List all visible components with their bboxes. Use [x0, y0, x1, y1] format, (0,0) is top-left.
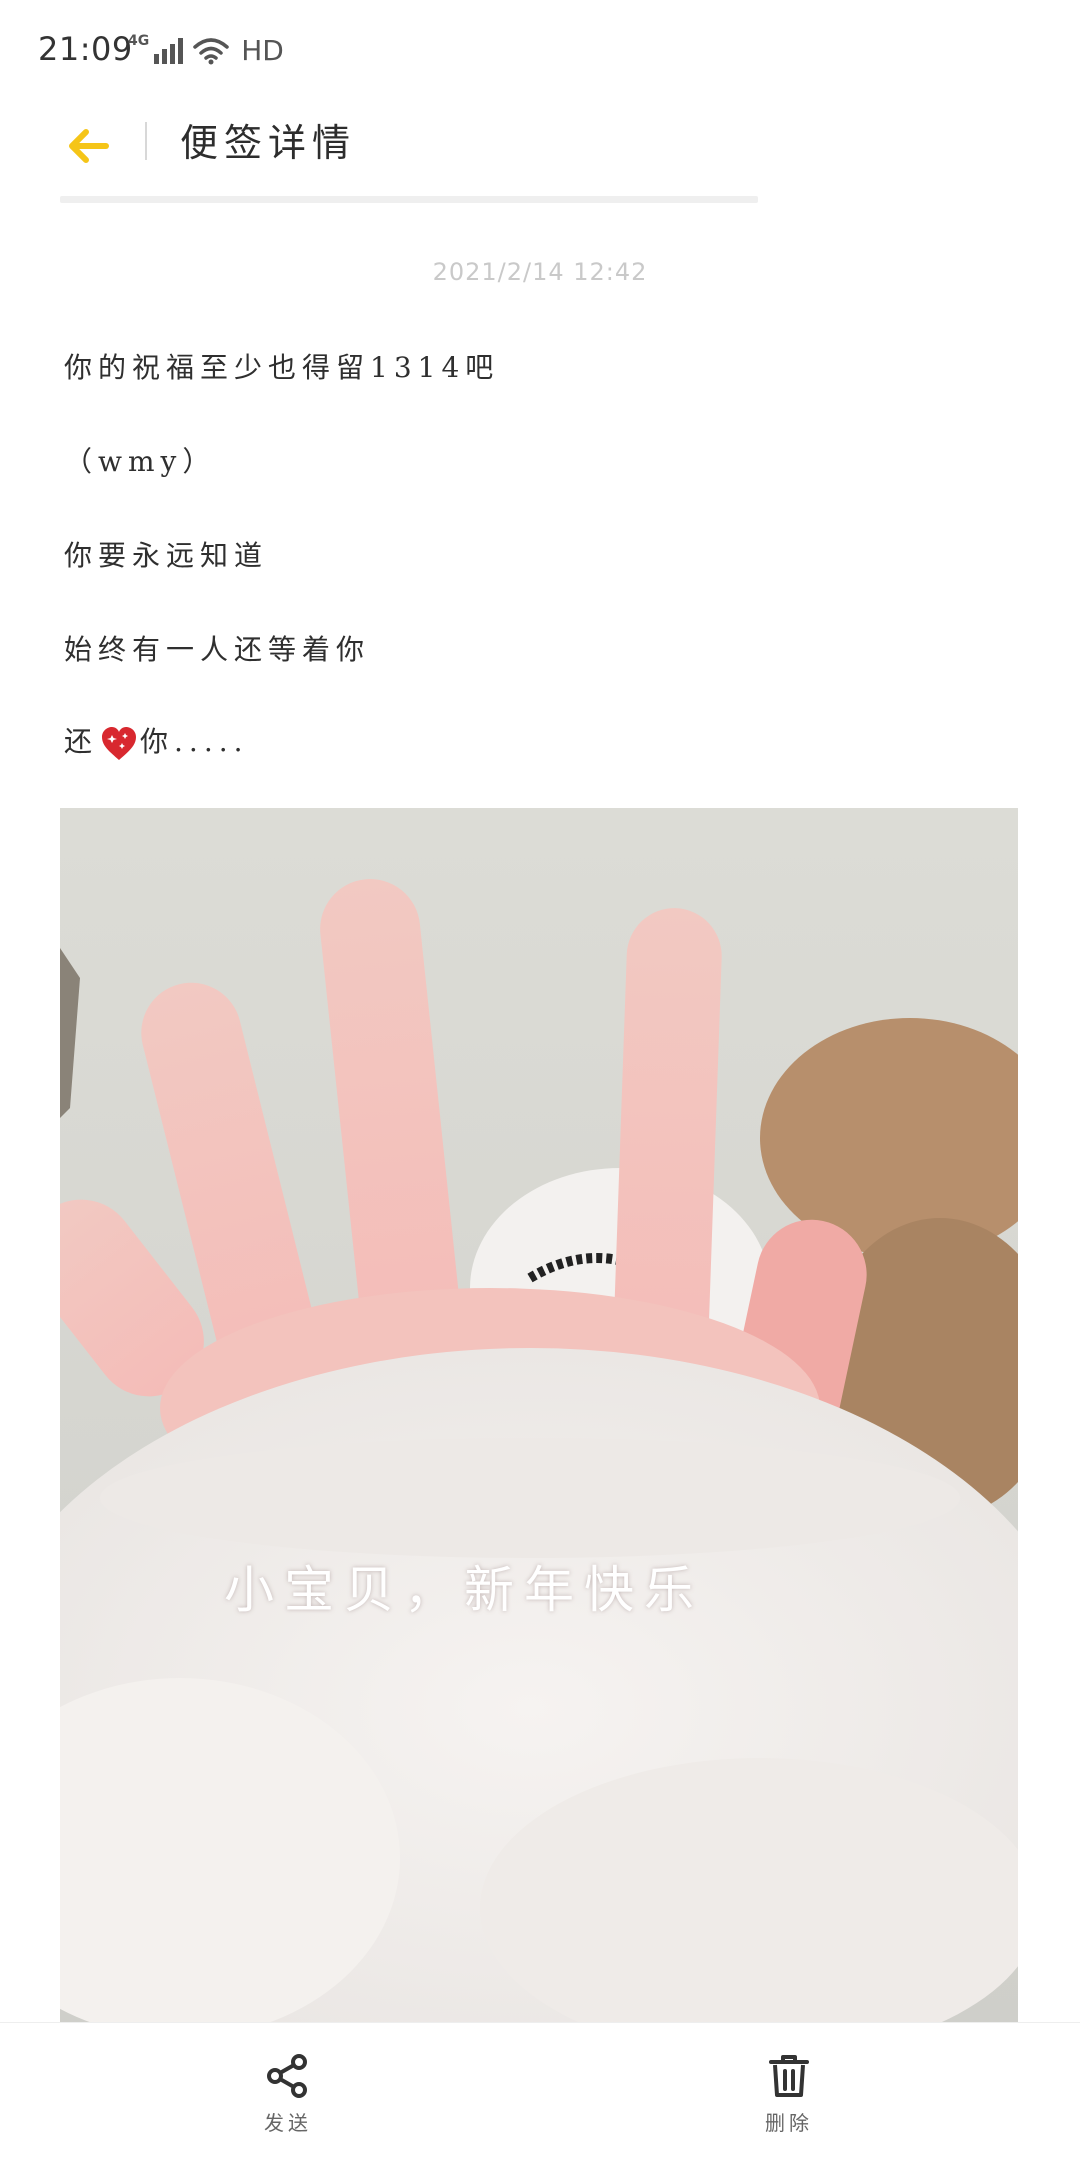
- wifi-icon: [193, 37, 229, 64]
- delete-button[interactable]: 删除: [729, 2053, 849, 2153]
- delete-label: 删除: [765, 2111, 813, 2135]
- page-title: 便签详情: [180, 121, 357, 165]
- header-divider: [145, 122, 147, 160]
- send-button[interactable]: 发送: [228, 2053, 348, 2153]
- trash-icon: [769, 2055, 809, 2097]
- back-button[interactable]: [62, 120, 114, 172]
- status-icons: 4G HD: [128, 32, 284, 68]
- signal-icon: [154, 37, 184, 64]
- hd-label: HD: [241, 34, 284, 67]
- note-text-after: 你.....: [140, 725, 249, 758]
- note-line: 你的祝福至少也得留1314吧: [64, 351, 500, 384]
- bottom-toolbar: 发送 删除: [0, 2022, 1080, 2161]
- status-bar: 21:09 4G HD: [0, 0, 1080, 100]
- photo-caption: 小宝贝，新年快乐: [224, 1561, 704, 1619]
- note-text-before: 还: [64, 725, 99, 758]
- note-line: （wmy）: [64, 445, 217, 478]
- note-line: 你要永远知道: [64, 539, 269, 572]
- app-header: 便签详情: [0, 100, 1080, 210]
- note-line: 始终有一人还等着你: [64, 633, 371, 666]
- note-line-last: 还 你.....: [64, 720, 249, 762]
- status-time: 21:09: [38, 30, 133, 68]
- send-label: 发送: [264, 2111, 312, 2135]
- sparkling-heart-icon: [102, 726, 137, 760]
- photo-image: [60, 808, 1018, 2024]
- header-rule: [60, 196, 758, 203]
- arrow-left-icon: [69, 129, 109, 163]
- note-photo[interactable]: 小宝贝，新年快乐: [60, 808, 1018, 2024]
- network-type: 4G: [128, 32, 150, 49]
- note-date: 2021/2/14 12:42: [432, 258, 648, 286]
- share-icon: [267, 2054, 307, 2098]
